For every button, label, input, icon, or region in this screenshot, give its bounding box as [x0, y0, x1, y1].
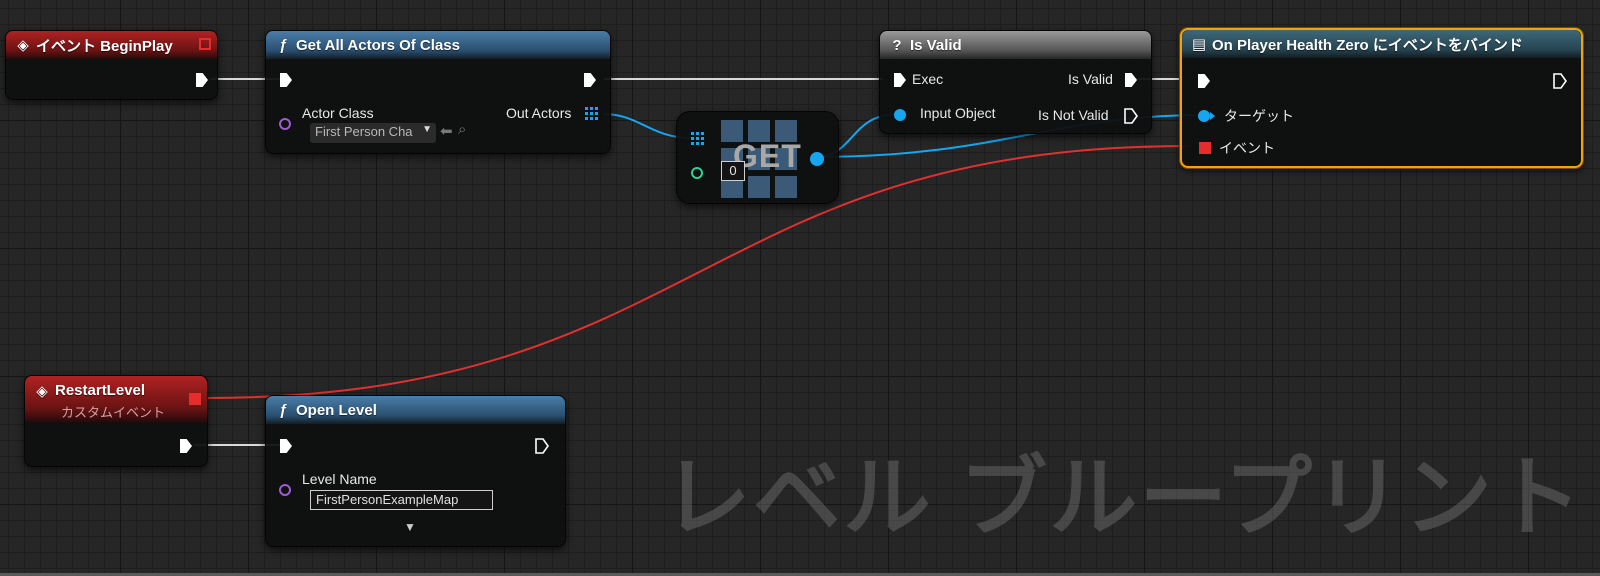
node-open-level[interactable]: ƒ Open Level Level Name FirstPersonExamp…	[265, 395, 566, 547]
node-title: Open Level	[296, 401, 377, 419]
node-header: ƒ Get All Actors Of Class	[266, 31, 610, 59]
event-delegate-pin[interactable]	[1199, 142, 1211, 154]
level-blueprint-watermark: レベル ブループリント	[662, 448, 1584, 547]
is-not-valid-label: Is Not Valid	[1038, 107, 1109, 123]
node-get-all-actors-of-class[interactable]: ƒ Get All Actors Of Class Actor Class Fi…	[265, 30, 611, 154]
exec-input-pin[interactable]	[894, 73, 906, 87]
function-icon: ƒ	[278, 36, 288, 54]
index-input-pin[interactable]	[691, 167, 703, 179]
node-title: Get All Actors Of Class	[296, 36, 460, 54]
function-icon: ƒ	[278, 401, 288, 419]
event-diamond-icon: ◈	[36, 383, 48, 400]
target-label: ターゲット	[1224, 108, 1294, 124]
array-input-pin[interactable]	[691, 132, 704, 145]
actor-class-value: First Person Cha	[315, 124, 413, 139]
exec-input-pin[interactable]	[1198, 74, 1210, 88]
target-pin[interactable]	[1198, 110, 1215, 122]
actor-class-label: Actor Class	[302, 105, 374, 121]
input-object-label: Input Object	[920, 105, 996, 121]
delegate-output-pin[interactable]	[199, 38, 211, 50]
delegate-output-pin[interactable]	[189, 393, 201, 405]
exec-input-pin[interactable]	[280, 439, 292, 453]
node-header: ƒ Open Level	[266, 396, 565, 424]
is-valid-label: Is Valid	[1068, 71, 1113, 87]
node-title: Is Valid	[910, 36, 962, 54]
node-event-beginplay[interactable]: ◈ イベント BeginPlay	[5, 30, 218, 100]
node-title: イベント BeginPlay	[36, 37, 173, 55]
exec-output-pin[interactable]	[584, 73, 596, 87]
node-title: On Player Health Zero にイベントをバインド	[1212, 36, 1523, 54]
expand-advanced-chevron-icon[interactable]: ▼	[404, 520, 416, 534]
node-header: ▤ On Player Health Zero にイベントをバインド	[1182, 30, 1581, 58]
level-name-pin[interactable]	[279, 484, 291, 496]
node-subtitle: カスタムイベント	[61, 405, 166, 420]
delegate-icon: ▤	[1191, 36, 1207, 53]
exec-output-pin[interactable]	[1553, 73, 1567, 89]
event-diamond-icon: ◈	[17, 37, 29, 54]
question-icon: ?	[892, 36, 902, 54]
chevron-down-icon: ▼	[422, 124, 432, 135]
index-field[interactable]: 0	[721, 161, 745, 181]
node-is-valid[interactable]: ? Is Valid Exec Input Object Is Valid Is…	[879, 30, 1152, 134]
out-actors-label: Out Actors	[506, 105, 572, 121]
use-selected-arrow-icon[interactable]: ⬅	[440, 122, 453, 140]
exec-output-pin[interactable]	[535, 438, 549, 454]
exec-output-pin[interactable]	[180, 439, 192, 453]
node-header: ◈ イベント BeginPlay	[6, 31, 217, 59]
exec-label: Exec	[912, 71, 944, 87]
level-name-label: Level Name	[302, 471, 377, 487]
exec-output-pin[interactable]	[196, 73, 208, 87]
node-header: ? Is Valid	[880, 31, 1151, 59]
node-array-get[interactable]: GET 0	[676, 111, 839, 204]
is-valid-exec-output-pin[interactable]	[1125, 73, 1137, 87]
level-name-field[interactable]: FirstPersonExampleMap	[310, 490, 493, 510]
is-not-valid-exec-output-pin[interactable]	[1124, 108, 1138, 124]
event-label: イベント	[1219, 140, 1275, 156]
input-object-pin[interactable]	[894, 109, 906, 121]
node-title: RestartLevel	[55, 382, 146, 399]
actor-class-pin[interactable]	[279, 118, 291, 130]
exec-input-pin[interactable]	[280, 73, 292, 87]
item-output-pin[interactable]	[810, 152, 824, 166]
node-custom-event-restartlevel[interactable]: ◈ RestartLevel カスタムイベント	[24, 375, 208, 467]
out-actors-array-pin[interactable]	[585, 107, 598, 120]
actor-class-combo[interactable]: First Person Cha ▼	[310, 123, 436, 143]
browse-search-icon[interactable]: ⌕	[458, 121, 466, 138]
node-bind-event-on-player-health-zero[interactable]: ▤ On Player Health Zero にイベントをバインド ターゲット…	[1180, 28, 1583, 168]
